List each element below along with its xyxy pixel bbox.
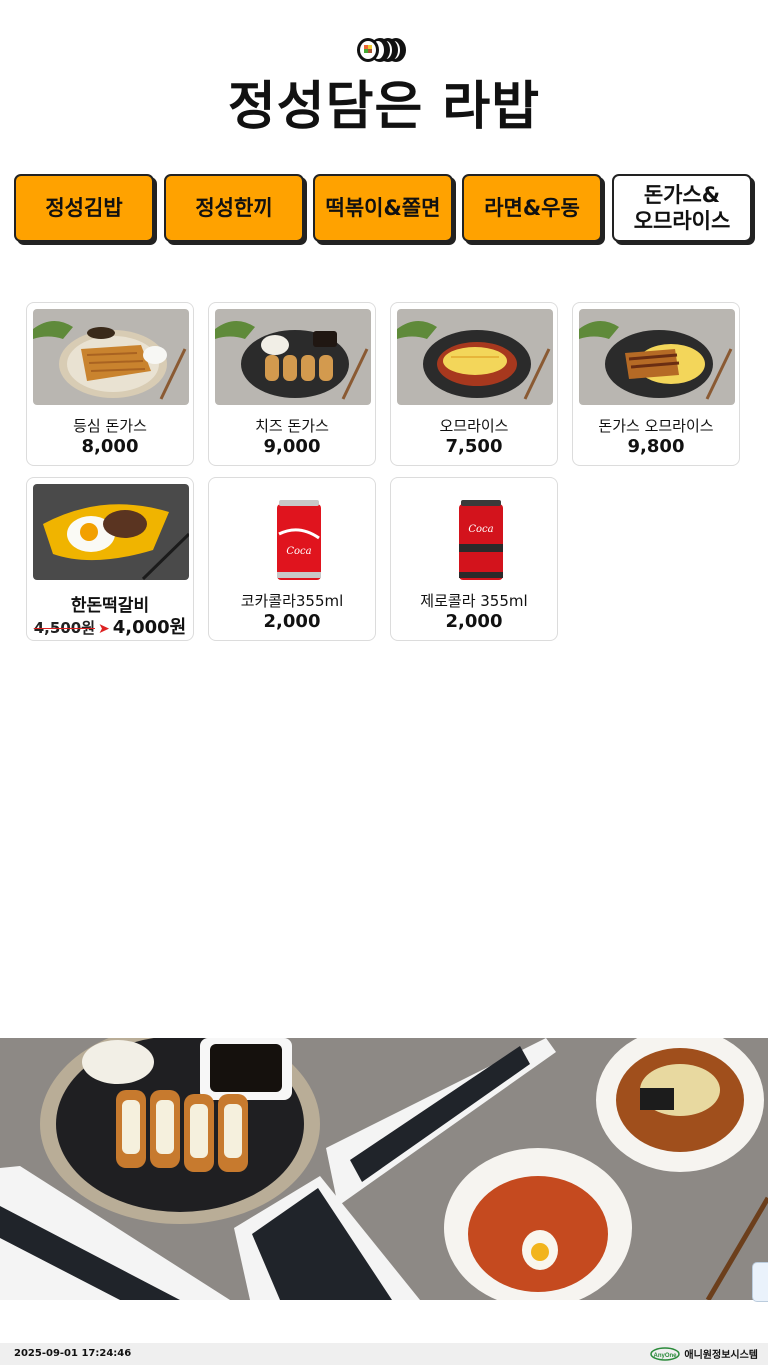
item-name: 치즈 돈가스 xyxy=(255,417,329,435)
tab-donkatsu[interactable]: 돈가스& 오므라이스 xyxy=(612,174,752,242)
item-price: 9,000 xyxy=(263,436,321,457)
menu-item[interactable]: 한돈떡갈비 4,500원 ➤ 4,000원 xyxy=(26,477,194,641)
menu-item[interactable]: 오므라이스 7,500 xyxy=(390,302,558,466)
remote-support-tab[interactable] xyxy=(752,1262,768,1302)
new-price: 4,000원 xyxy=(112,617,187,638)
item-price: 9,800 xyxy=(627,436,685,457)
food-image xyxy=(397,309,553,405)
svg-text:Coca: Coca xyxy=(286,546,311,557)
menu-item[interactable]: Coca 코카콜라355ml 2,000 xyxy=(208,477,376,641)
promo-banner-image xyxy=(0,1038,768,1300)
svg-text:Coca: Coca xyxy=(468,524,493,535)
menu-item[interactable]: 등심 돈가스 8,000 xyxy=(26,302,194,466)
svg-text:AnyOne: AnyOne xyxy=(654,1353,678,1359)
anyone-logo-icon: AnyOne xyxy=(650,1346,681,1361)
food-image xyxy=(579,309,735,405)
old-price: 4,500원 xyxy=(33,619,95,637)
sale-price: 4,500원 ➤ 4,000원 xyxy=(27,613,193,639)
tab-kimbap[interactable]: 정성김밥 xyxy=(14,174,154,242)
brand-logo: AnyOne 애니원정보시스템 xyxy=(650,1346,758,1361)
drink-image: Coca xyxy=(397,484,553,580)
item-name: 제로콜라 355ml xyxy=(420,592,528,610)
food-image xyxy=(33,309,189,405)
item-name: 돈가스 오므라이스 xyxy=(598,417,714,435)
page-title: 정성담은 라밥 xyxy=(227,77,541,137)
food-image xyxy=(215,309,371,405)
menu-item[interactable]: 치즈 돈가스 9,000 xyxy=(208,302,376,466)
tab-ramen[interactable]: 라면&우동 xyxy=(462,174,602,242)
arrow-right-icon: ➤ xyxy=(98,621,110,637)
category-tabs: 정성김밥 정성한끼 떡볶이&쫄면 라면&우동 돈가스& 오므라이스 xyxy=(14,174,756,246)
brand-name: 애니원정보시스템 xyxy=(684,1350,758,1361)
kimbap-logo-icon xyxy=(356,36,408,64)
tab-meal[interactable]: 정성한끼 xyxy=(164,174,304,242)
item-price: 2,000 xyxy=(263,611,321,632)
item-name: 코카콜라355ml xyxy=(240,592,344,610)
menu-item[interactable]: 돈가스 오므라이스 9,800 xyxy=(572,302,740,466)
item-name: 오므라이스 xyxy=(439,417,509,435)
drink-image: Coca xyxy=(215,484,371,580)
item-name: 등심 돈가스 xyxy=(73,417,147,435)
item-price: 8,000 xyxy=(81,436,139,457)
status-footer: 2025-09-01 17:24:46 AnyOne 애니원정보시스템 xyxy=(0,1343,768,1365)
item-price: 7,500 xyxy=(445,436,503,457)
timestamp: 2025-09-01 17:24:46 xyxy=(14,1348,132,1359)
menu-item[interactable]: Coca 제로콜라 355ml 2,000 xyxy=(390,477,558,641)
tab-tteokbokki[interactable]: 떡볶이&쫄면 xyxy=(313,174,453,242)
item-price: 2,000 xyxy=(445,611,503,632)
food-image xyxy=(33,484,189,580)
